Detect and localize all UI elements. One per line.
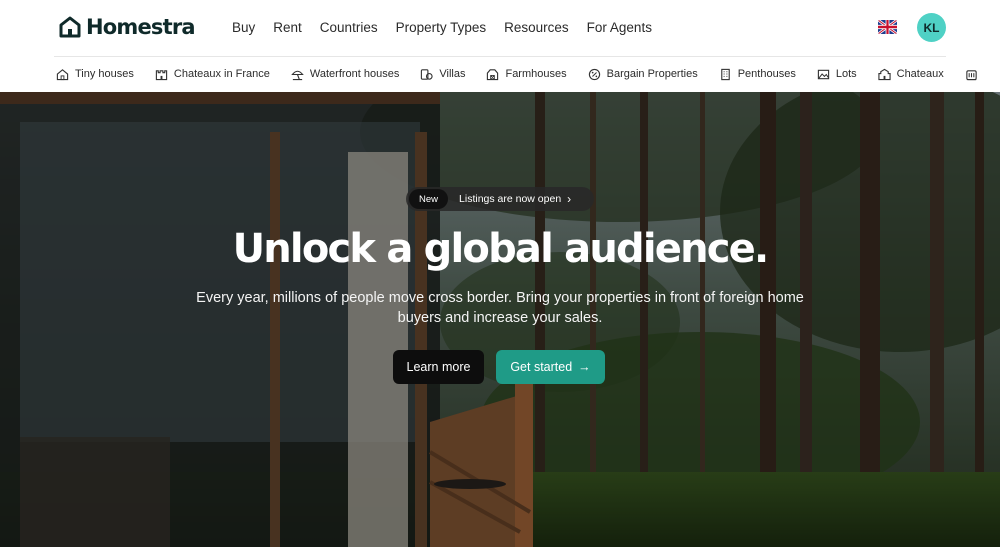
- announcement-pill[interactable]: New Listings are now open ›: [406, 187, 594, 211]
- category-label: Penthouses: [737, 68, 796, 80]
- castle-icon: [155, 69, 168, 80]
- home-icon: [56, 68, 69, 80]
- category-farmhouses[interactable]: Farmhouses: [486, 68, 567, 81]
- category-label: Tiny houses: [75, 68, 134, 80]
- nav-property-types[interactable]: Property Types: [396, 20, 487, 35]
- category-bar: Tiny houses Chateaux in France Waterfron…: [56, 65, 1000, 83]
- get-started-label: Get started: [510, 360, 573, 374]
- nav-rent[interactable]: Rent: [273, 20, 302, 35]
- category-label: Bargain Properties: [606, 68, 698, 80]
- hero-headline: Unlock a global audience.: [232, 226, 770, 272]
- brand-name: Homestra: [86, 15, 196, 39]
- category-tiny-houses[interactable]: Tiny houses: [56, 68, 134, 81]
- category-chateaux-in-france[interactable]: Chateaux in France: [155, 68, 270, 81]
- learn-more-label: Learn more: [406, 360, 471, 374]
- learn-more-button[interactable]: Learn more: [393, 350, 484, 384]
- category-label: Chateaux: [896, 68, 944, 80]
- building-icon: [720, 68, 730, 80]
- building-icon: [966, 69, 977, 80]
- category-waterfront-houses[interactable]: Waterfront houses: [291, 68, 399, 81]
- nav-resources[interactable]: Resources: [504, 20, 569, 35]
- hero-subtitle: Every year, millions of people move cros…: [196, 290, 804, 326]
- category-chateaux[interactable]: Chateaux: [877, 68, 944, 81]
- main-nav: Buy Rent Countries Property Types Resour…: [232, 20, 652, 35]
- discount-icon: [588, 68, 600, 80]
- landscape-icon: [817, 69, 829, 79]
- nav-for-agents[interactable]: For Agents: [587, 20, 652, 35]
- category-lots[interactable]: Lots: [817, 68, 857, 81]
- category-more[interactable]: [965, 68, 984, 81]
- castle-icon: [877, 68, 891, 80]
- brand-logo[interactable]: Homestra: [58, 15, 196, 39]
- category-penthouses[interactable]: Penthouses: [719, 68, 796, 81]
- category-label: Chateaux in France: [173, 68, 270, 80]
- category-label: Farmhouses: [505, 68, 567, 80]
- chevron-right-icon: ›: [567, 192, 572, 206]
- announcement-text: Listings are now open: [459, 193, 562, 205]
- category-label: Lots: [835, 68, 857, 80]
- category-label: Villas: [439, 68, 466, 80]
- new-badge: New: [409, 189, 449, 209]
- uk-flag-icon[interactable]: [878, 20, 897, 34]
- hero-section: New Listings are now open › Unlock a glo…: [0, 92, 1000, 547]
- beach-umbrella-icon: [291, 70, 304, 80]
- farmhouse-icon: [487, 68, 499, 80]
- category-villas[interactable]: Villas: [420, 68, 465, 81]
- category-bargain-properties[interactable]: Bargain Properties: [588, 68, 698, 81]
- arrow-right-icon: →: [578, 360, 591, 374]
- house-logo-icon: [59, 16, 81, 38]
- category-label: Waterfront houses: [309, 68, 400, 80]
- top-header: Homestra Buy Rent Countries Property Typ…: [0, 0, 1000, 57]
- user-avatar[interactable]: KL: [917, 13, 946, 42]
- nav-buy[interactable]: Buy: [232, 20, 255, 35]
- nav-countries[interactable]: Countries: [320, 20, 378, 35]
- villa-icon: [421, 68, 434, 80]
- get-started-button[interactable]: Get started →: [496, 350, 605, 384]
- header-divider: [54, 56, 946, 57]
